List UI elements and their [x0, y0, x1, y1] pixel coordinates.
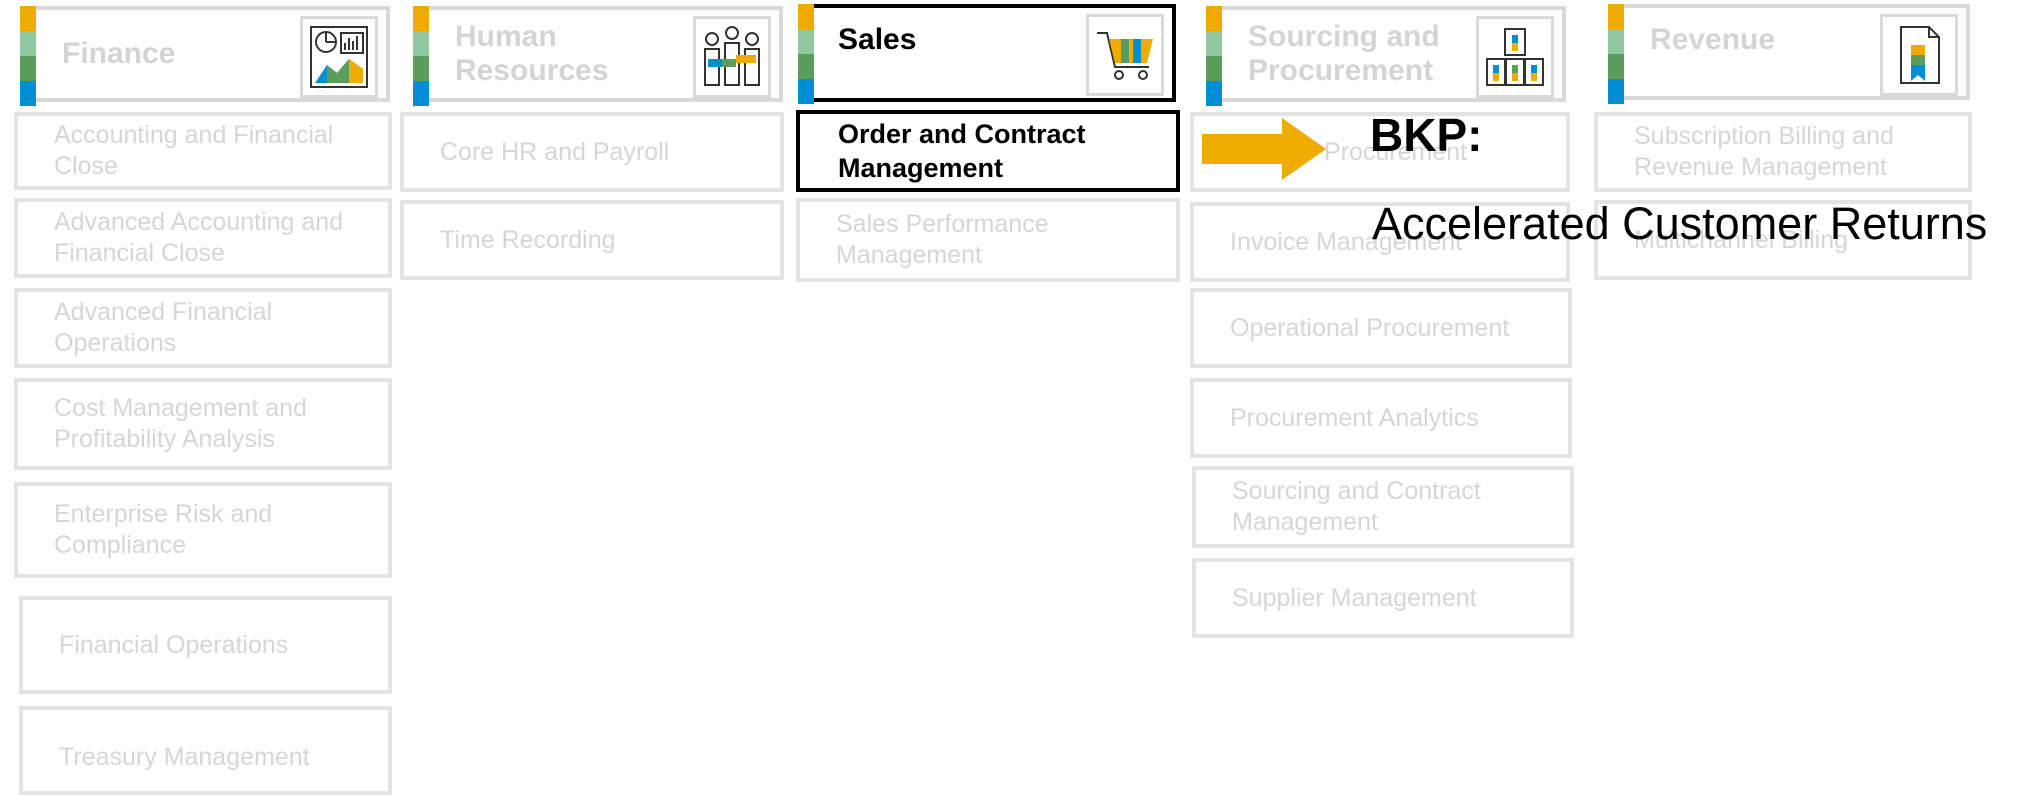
sourcing-procurement-header[interactable]: Sourcing and Procurement — [1206, 6, 1566, 106]
boxes-icon — [1476, 16, 1554, 98]
sales-item[interactable]: Sales Performance Management — [796, 198, 1180, 282]
sourcing-procurement-title: Sourcing and Procurement — [1248, 20, 1440, 87]
finance-item[interactable]: Financial Operations — [19, 596, 392, 694]
finance-item[interactable]: Accounting and Financial Close — [14, 112, 392, 190]
callout-subtitle: Accelerated Customer Returns — [1372, 198, 1988, 249]
right-arrow-icon — [1202, 118, 1326, 180]
callout-title: BKP: — [1370, 109, 1483, 161]
finance-header[interactable]: Finance — [20, 6, 390, 106]
revenue-title: Revenue — [1650, 23, 1776, 56]
procurement-item[interactable]: Supplier Management — [1192, 558, 1574, 638]
finance-item[interactable]: Treasury Management — [19, 706, 392, 795]
procurement-item[interactable]: Procurement Analytics — [1190, 378, 1572, 458]
finance-title: Finance — [62, 37, 176, 70]
document-ribbon-icon — [1880, 14, 1958, 96]
finance-item[interactable]: Cost Management and Profitability Analys… — [14, 378, 392, 470]
people-icon — [693, 16, 771, 98]
color-stripe — [1608, 4, 1624, 104]
color-stripe — [413, 6, 429, 106]
human-resources-header[interactable]: Human Resources — [413, 6, 783, 106]
analytics-chart-icon — [300, 16, 378, 98]
color-stripe — [798, 4, 814, 104]
human-resources-title: Human Resources — [455, 20, 609, 87]
revenue-header[interactable]: Revenue — [1608, 4, 1970, 104]
finance-item[interactable]: Advanced Accounting and Financial Close — [14, 198, 392, 278]
procurement-item[interactable]: Operational Procurement — [1190, 288, 1572, 368]
sales-header[interactable]: Sales — [798, 4, 1176, 104]
revenue-item[interactable]: Subscription Billing and Revenue Managem… — [1594, 112, 1972, 192]
color-stripe — [20, 6, 36, 106]
color-stripe — [1206, 6, 1222, 106]
finance-item[interactable]: Advanced Financial Operations — [14, 288, 392, 368]
finance-item[interactable]: Enterprise Risk and Compliance — [14, 482, 392, 578]
shopping-cart-icon — [1086, 14, 1164, 96]
hr-item[interactable]: Core HR and Payroll — [400, 112, 784, 192]
order-contract-management-item[interactable]: Order and Contract Management — [796, 110, 1180, 192]
hr-item[interactable]: Time Recording — [400, 200, 784, 280]
procurement-item[interactable]: Sourcing and Contract Management — [1192, 466, 1574, 548]
sales-title: Sales — [838, 23, 917, 56]
